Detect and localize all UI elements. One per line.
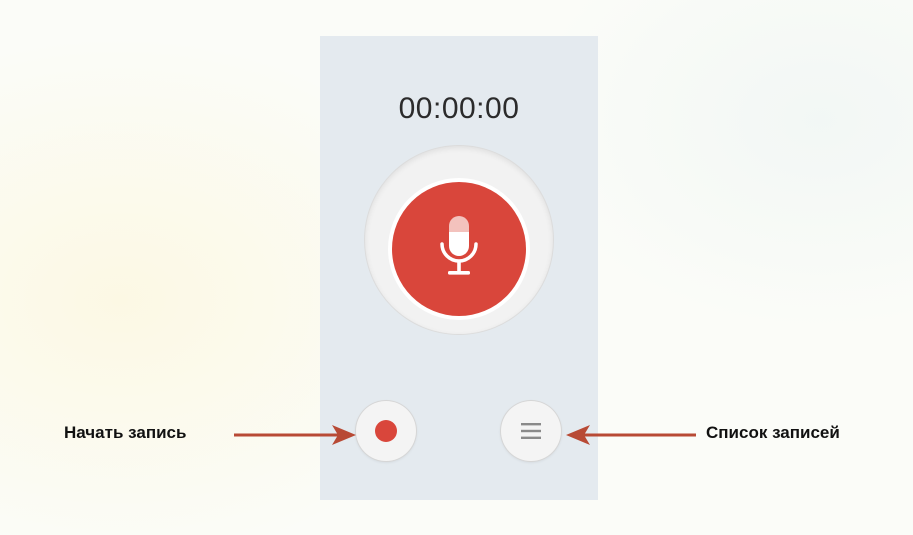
recordings-list-button[interactable] xyxy=(501,401,561,461)
recording-timer: 00:00:00 xyxy=(398,92,520,125)
recorder-screen: 00:00:00 xyxy=(320,36,598,500)
start-recording-button[interactable] xyxy=(356,401,416,461)
right-arrow-icon xyxy=(566,425,696,445)
list-icon xyxy=(521,423,541,439)
microphone-button[interactable] xyxy=(392,182,526,316)
recordings-list-annotation: Список записей xyxy=(706,423,840,442)
record-dot-icon xyxy=(375,420,397,442)
left-arrow-icon xyxy=(234,425,356,445)
start-recording-annotation: Начать запись xyxy=(64,423,187,442)
microphone-icon xyxy=(440,216,478,275)
